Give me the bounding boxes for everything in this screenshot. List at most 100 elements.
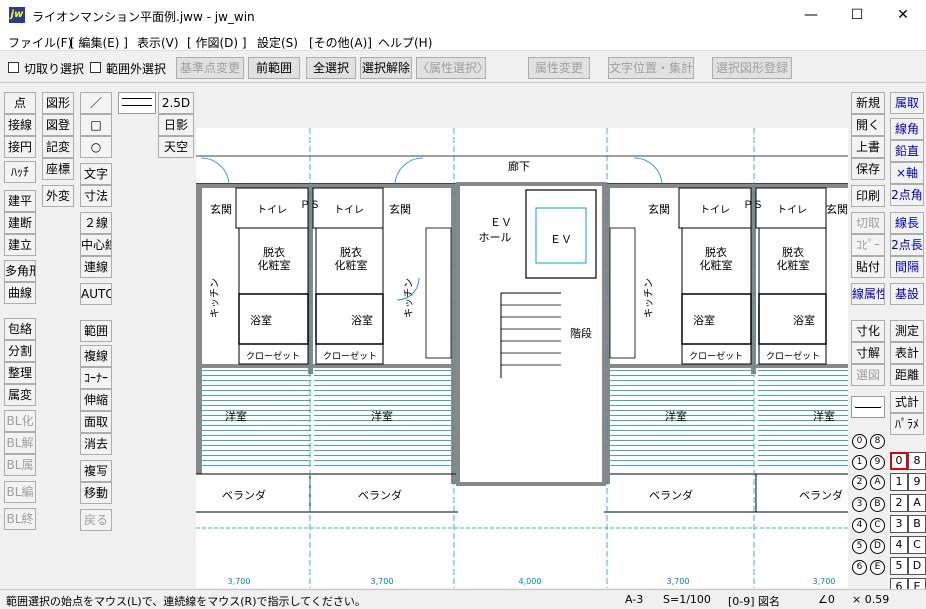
layer-button[interactable]: 8 — [908, 452, 926, 470]
line-preview[interactable] — [851, 396, 885, 418]
tool-button[interactable]: ２線 — [80, 212, 112, 234]
tool-button[interactable]: 分割 — [4, 340, 36, 362]
tool-button[interactable]: ○ — [80, 136, 112, 158]
tool-button[interactable]: 戻る — [80, 509, 112, 531]
tool-button[interactable]: 記変 — [42, 136, 74, 158]
tool-button[interactable]: 距離 — [890, 364, 924, 386]
scale[interactable]: S=1/100 — [663, 593, 711, 606]
menu-file[interactable]: ファイル(F) — [8, 34, 72, 51]
layer-button[interactable]: 1 — [890, 473, 908, 491]
tool-button[interactable]: 建断 — [4, 212, 36, 234]
tool-button[interactable]: 属取 — [890, 92, 924, 114]
tool-button[interactable]: 接線 — [4, 114, 36, 136]
tool-button[interactable]: 複線 — [80, 345, 112, 367]
minimize-button[interactable]: — — [788, 0, 834, 31]
layer-button[interactable]: 2 — [890, 494, 908, 512]
layer-group-button[interactable]: 2 — [852, 475, 867, 490]
tool-button[interactable]: 中心線 — [80, 234, 112, 256]
tool-button[interactable]: 寸化 — [851, 320, 885, 342]
tool-button[interactable]: 鉛直 — [890, 140, 924, 162]
line-type-indicator[interactable] — [118, 92, 156, 114]
tool-button[interactable]: BL編 — [4, 481, 36, 503]
menu-draw[interactable]: [ 作図(D) ] — [187, 34, 247, 51]
tool-button[interactable]: 間隔 — [890, 256, 924, 278]
tool-button[interactable]: 測定 — [890, 320, 924, 342]
layer-button[interactable]: C — [908, 536, 926, 554]
drawing-canvas[interactable]: 廊下 ＥＶ ホール ＥＶ 階段 玄関 トイレ ＰＳ トイレ 玄関 脱衣 化粧室 … — [196, 128, 848, 588]
tool-button[interactable]: 2点長 — [890, 234, 924, 256]
tool-button[interactable]: BL化 — [4, 410, 36, 432]
layer-group-button[interactable]: B — [870, 497, 885, 512]
layer-group-button[interactable]: E — [870, 560, 885, 575]
tool-button[interactable]: BL属 — [4, 454, 36, 476]
layer-group-button[interactable]: 3 — [852, 497, 867, 512]
tool-button[interactable]: BL終 — [4, 508, 36, 530]
tool-button[interactable]: BL解 — [4, 432, 36, 454]
select-all-button[interactable]: 全選択 — [306, 57, 356, 79]
tool-button[interactable]: 2.5D — [158, 92, 194, 114]
outside-select-checkbox[interactable] — [90, 62, 101, 73]
tool-button[interactable]: 印刷 — [851, 185, 885, 207]
prev-range-button[interactable]: 前範囲 — [248, 57, 300, 79]
tool-button[interactable]: 基設 — [890, 283, 924, 305]
layer-indicator[interactable]: [0-9] 図名 — [728, 593, 780, 609]
close-button[interactable]: ✕ — [880, 0, 926, 31]
layer-group-button[interactable]: D — [870, 539, 885, 554]
layer-button[interactable]: 0 — [890, 452, 908, 470]
tool-button[interactable]: 新規 — [851, 92, 885, 114]
menu-other[interactable]: [その他(A)] — [309, 34, 372, 51]
layer-button[interactable]: B — [908, 515, 926, 533]
tool-button[interactable]: ﾊﾟﾗﾒ — [890, 413, 924, 435]
layer-group-button[interactable]: 9 — [870, 455, 885, 470]
layer-button[interactable]: 9 — [908, 473, 926, 491]
tool-button[interactable]: 建立 — [4, 234, 36, 256]
tool-button[interactable]: 範囲 — [80, 320, 112, 342]
layer-group-button[interactable]: A — [870, 475, 885, 490]
tool-button[interactable]: 天空 — [158, 136, 194, 158]
tool-button[interactable]: 消去 — [80, 433, 112, 455]
tool-button[interactable]: 上書 — [851, 136, 885, 158]
tool-button[interactable]: ／ — [80, 92, 112, 114]
tool-button[interactable]: 図登 — [42, 114, 74, 136]
layer-group-button[interactable]: 1 — [852, 455, 867, 470]
range-select-checkbox[interactable] — [8, 62, 19, 73]
tool-button[interactable]: 伸縮 — [80, 389, 112, 411]
tool-button[interactable]: ×軸 — [890, 162, 924, 184]
attribute-select-button[interactable]: 〈属性選択〉 — [416, 57, 489, 79]
tool-button[interactable]: 寸解 — [851, 342, 885, 364]
paper-size[interactable]: A-3 — [625, 593, 643, 606]
deselect-button[interactable]: 選択解除 — [360, 57, 412, 79]
maximize-button[interactable]: ☐ — [834, 0, 880, 31]
tool-button[interactable]: 文字 — [80, 163, 112, 185]
menu-settings[interactable]: 設定(S) — [257, 34, 298, 51]
menu-edit[interactable]: [ 編集(E) ] — [70, 34, 128, 51]
tool-button[interactable]: 面取 — [80, 411, 112, 433]
tool-button[interactable]: 座標 — [42, 158, 74, 180]
tool-button[interactable]: 表計 — [890, 342, 924, 364]
layer-button[interactable]: D — [908, 557, 926, 575]
layer-button[interactable]: 3 — [890, 515, 908, 533]
tool-button[interactable]: 図形 — [42, 92, 74, 114]
menu-help[interactable]: ヘルプ(H) — [378, 34, 432, 51]
layer-group-button[interactable]: 4 — [852, 518, 867, 533]
layer-group-button[interactable]: 6 — [852, 560, 867, 575]
base-point-change-button[interactable]: 基準点変更 — [176, 57, 244, 79]
tool-button[interactable]: 接円 — [4, 136, 36, 158]
tool-button[interactable]: 2点角 — [890, 184, 924, 206]
tool-button[interactable]: 外変 — [42, 185, 74, 207]
layer-group-button[interactable]: 8 — [870, 434, 885, 449]
tool-button[interactable]: 曲線 — [4, 282, 36, 304]
tool-button[interactable]: 選図 — [851, 364, 885, 386]
tool-button[interactable]: 線角 — [890, 118, 924, 140]
text-position-button[interactable]: 文字位置・集計 — [608, 57, 694, 79]
tool-button[interactable]: 式計 — [890, 391, 924, 413]
layer-group-button[interactable]: 0 — [852, 434, 867, 449]
tool-button[interactable]: 貼付 — [851, 256, 885, 278]
tool-button[interactable]: ｺｰﾅｰ — [80, 367, 112, 389]
zoom[interactable]: × 0.59 — [852, 593, 889, 606]
tool-button[interactable]: 開く — [851, 114, 885, 136]
angle[interactable]: ∠0 — [818, 593, 835, 606]
tool-button[interactable]: 連線 — [80, 256, 112, 278]
menu-view[interactable]: 表示(V) — [137, 34, 179, 51]
tool-button[interactable]: ｺﾋﾟｰ — [851, 234, 885, 256]
